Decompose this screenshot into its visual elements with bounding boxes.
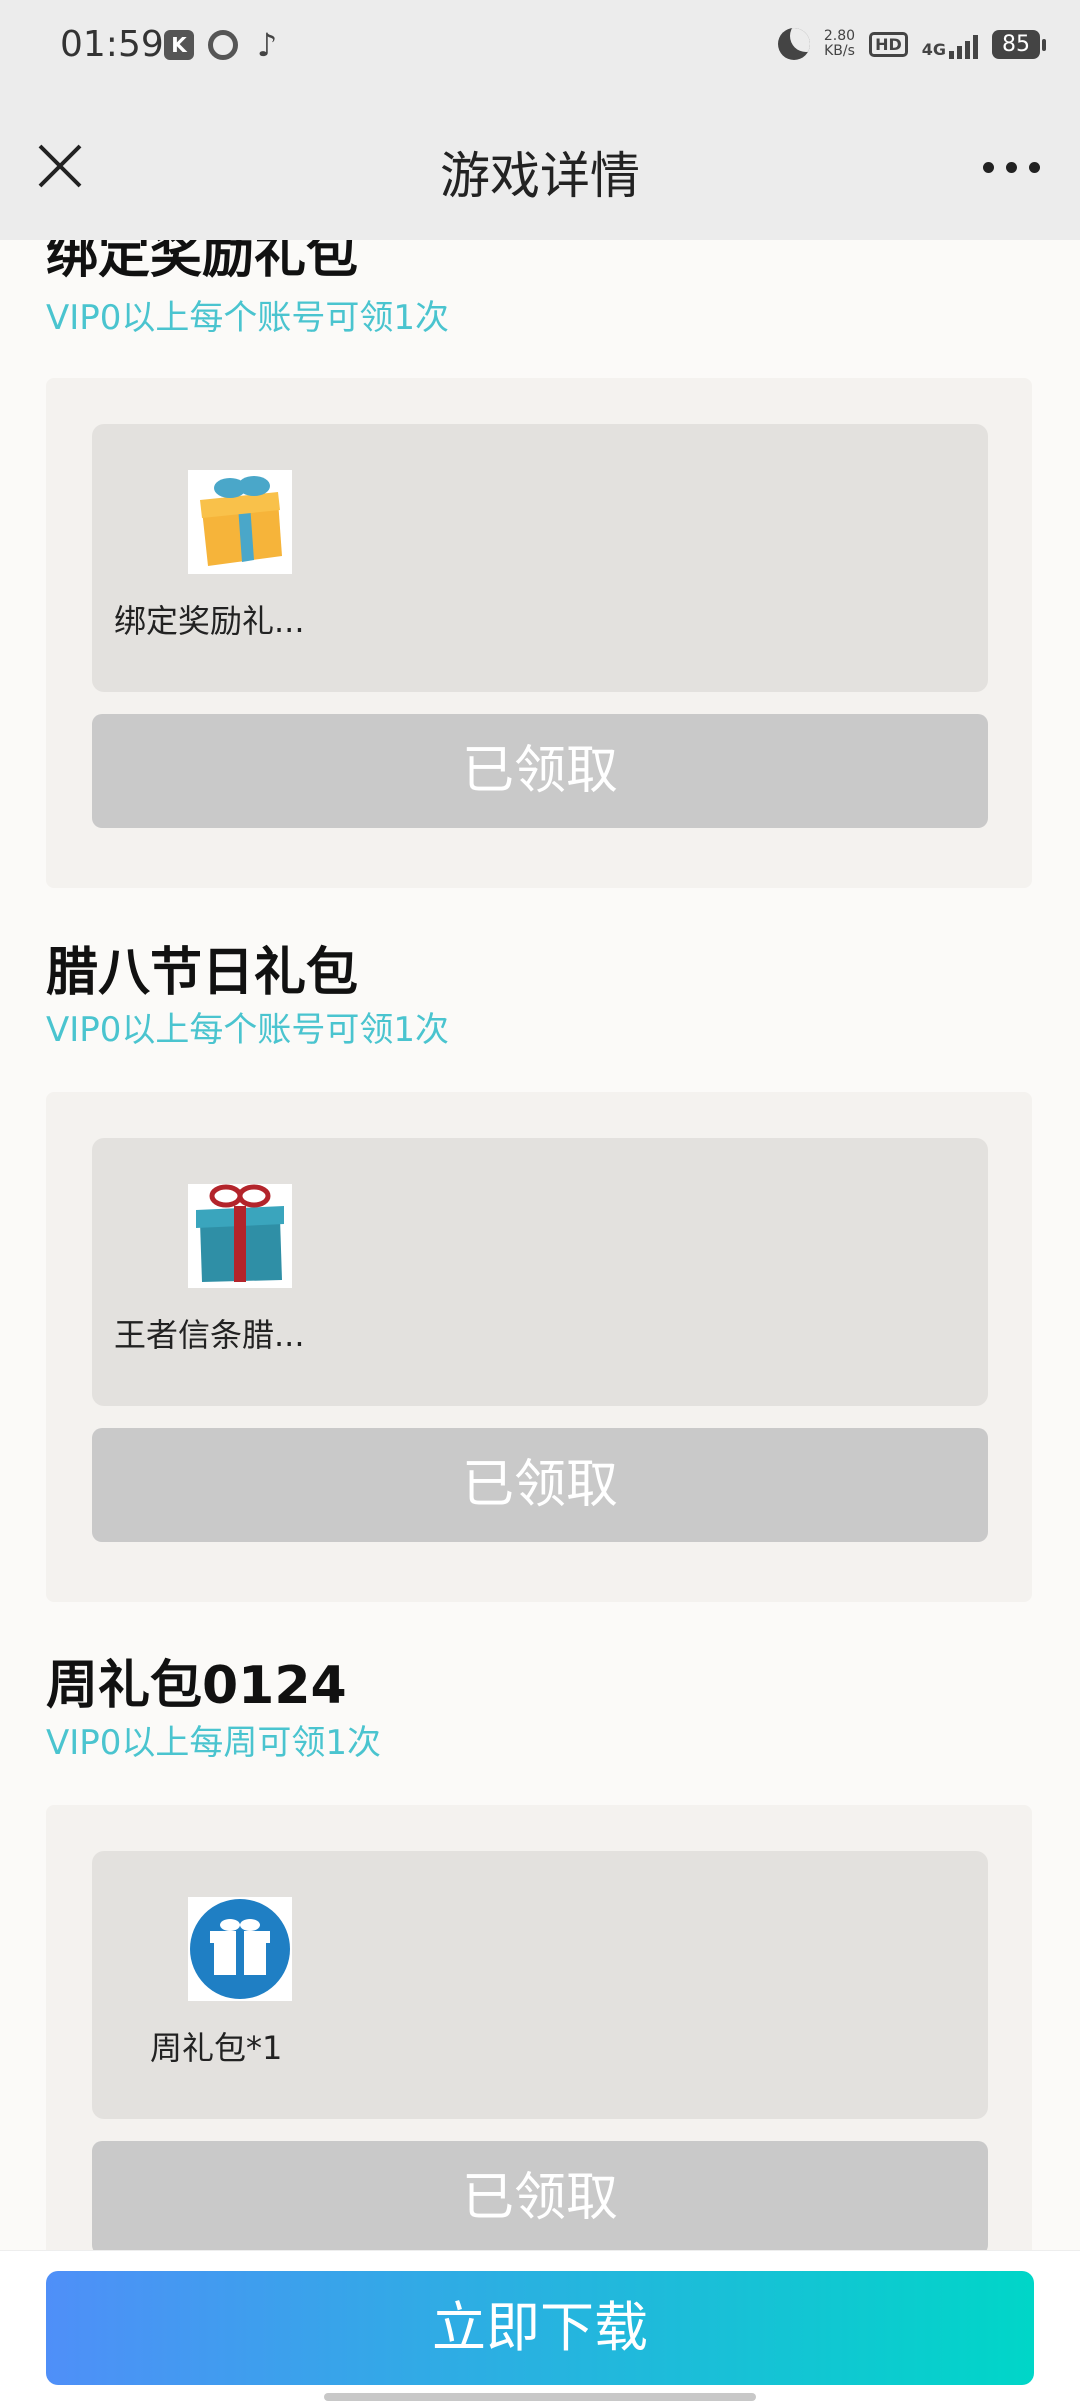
signal-icon: 4G xyxy=(922,29,978,59)
claimed-button[interactable]: 已领取 xyxy=(92,2141,988,2250)
gift-item-panel: 周礼包*1 xyxy=(92,1851,988,2119)
section-title: 腊八节日礼包 xyxy=(46,943,359,1003)
yellow-gift-box-icon xyxy=(188,470,292,574)
k-app-icon: K xyxy=(164,30,194,60)
battery-icon: 85 xyxy=(992,29,1046,59)
nav-bar: 游戏详情 xyxy=(0,96,1080,240)
section-subtitle: VIP0以上每周可领1次 xyxy=(46,1723,382,1763)
status-bar: 01:59 K ♪ 2.80 KB/s HD 4G 85 xyxy=(0,0,1080,96)
gift-item-panel: 绑定奖励礼... xyxy=(92,424,988,692)
gift-item-panel: 王者信条腊... xyxy=(92,1138,988,1406)
more-icon[interactable] xyxy=(983,162,1040,173)
status-time: 01:59 xyxy=(60,24,164,65)
hd-badge: HD xyxy=(869,31,908,57)
gift-item-name: 绑定奖励礼... xyxy=(114,602,305,640)
section-subtitle: VIP0以上每个账号可领1次 xyxy=(46,1010,450,1050)
gift-card: 王者信条腊... 已领取 xyxy=(46,1092,1032,1602)
gift-card: 周礼包*1 已领取 xyxy=(46,1805,1032,2250)
gift-item-name: 王者信条腊... xyxy=(114,1316,305,1354)
teal-gift-box-icon xyxy=(188,1184,292,1288)
bottom-bar: 立即下载 xyxy=(0,2250,1080,2405)
section-title: 绑定奖励礼包 xyxy=(46,240,359,285)
download-button[interactable]: 立即下载 xyxy=(46,2271,1034,2385)
gift-card: 绑定奖励礼... 已领取 xyxy=(46,378,1032,888)
claimed-button[interactable]: 已领取 xyxy=(92,714,988,828)
section-subtitle: VIP0以上每个账号可领1次 xyxy=(46,298,450,338)
gift-item-name: 周礼包*1 xyxy=(150,2029,283,2067)
status-indicators: 2.80 KB/s HD 4G 85 xyxy=(777,28,1046,60)
moon-icon xyxy=(777,28,810,60)
tiktok-icon: ♪ xyxy=(256,26,278,64)
section-title: 周礼包0124 xyxy=(46,1656,347,1716)
home-indicator[interactable] xyxy=(324,2393,756,2401)
gift-list[interactable]: 绑定奖励礼包 VIP0以上每个账号可领1次 绑定奖励礼... 已领取 腊八节日礼… xyxy=(0,240,1080,2250)
claimed-button[interactable]: 已领取 xyxy=(92,1428,988,1542)
status-app-icons: K ♪ xyxy=(164,26,282,64)
page-title: 游戏详情 xyxy=(440,147,640,205)
blue-round-gift-icon xyxy=(188,1897,292,2001)
aperture-app-icon xyxy=(208,30,238,60)
network-speed: 2.80 KB/s xyxy=(823,28,856,59)
